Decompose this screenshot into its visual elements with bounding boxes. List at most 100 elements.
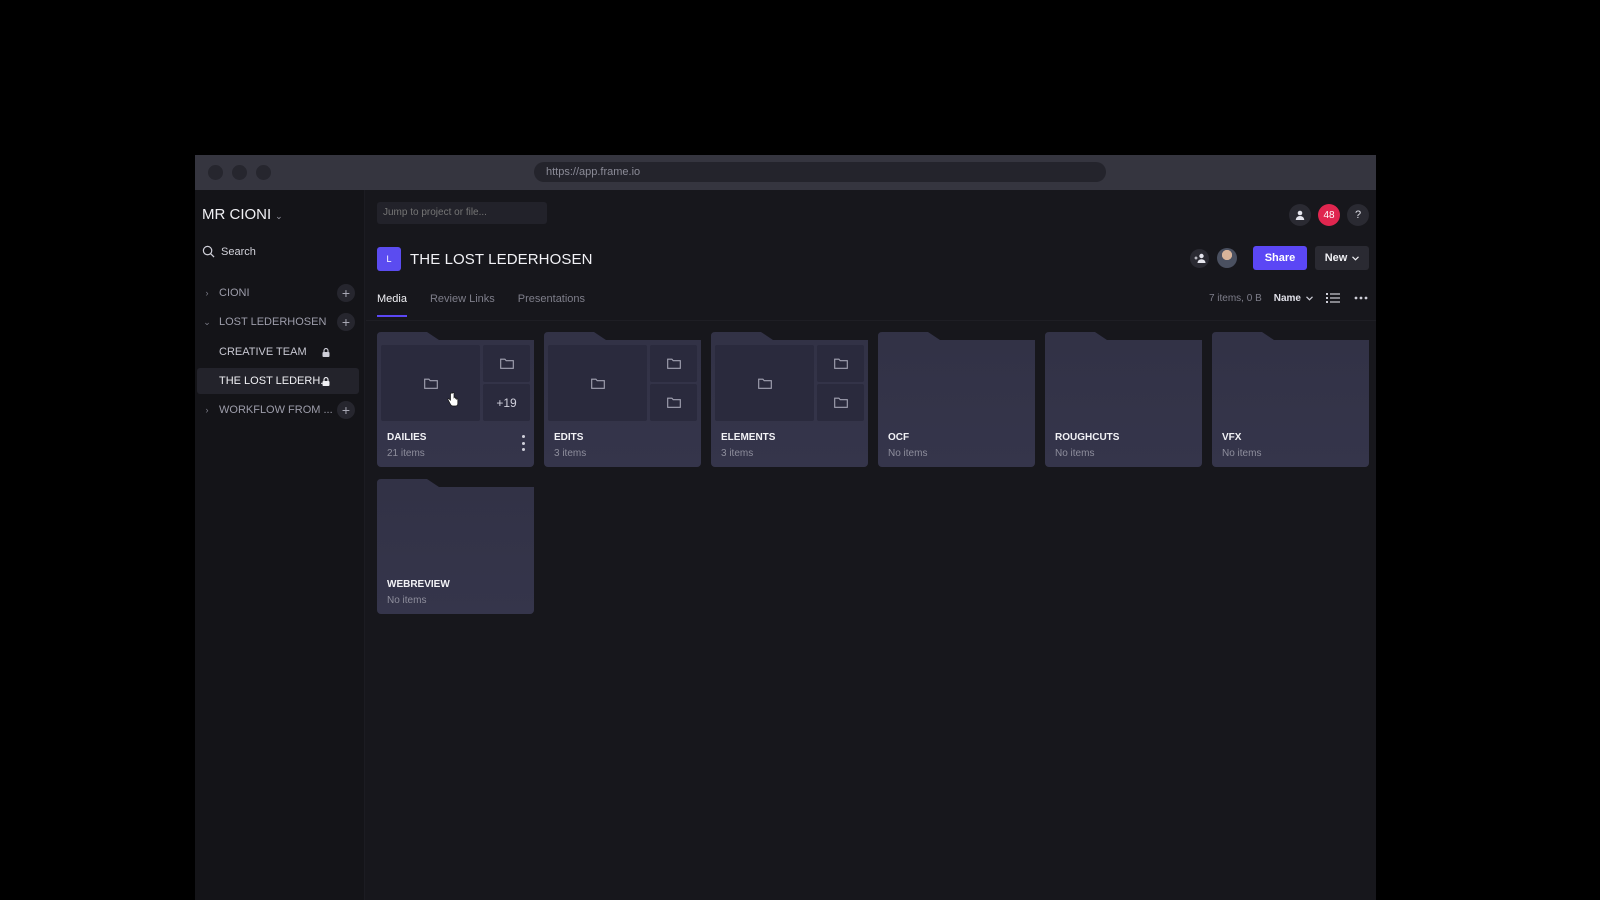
list-view-button[interactable]	[1325, 290, 1341, 306]
sidebar-team-workflow[interactable]: › WORKFLOW FROM ... +	[195, 397, 365, 423]
team-label: LOST LEDERHOSEN	[219, 316, 327, 328]
minimize-window-button[interactable]	[232, 165, 247, 180]
search-icon	[202, 245, 215, 258]
folder-thumbnails: +19	[381, 345, 530, 421]
folder-name: OCF	[888, 432, 910, 443]
project-label: THE LOST LEDERH...	[219, 375, 330, 387]
sidebar-search[interactable]: Search	[202, 245, 256, 258]
account-button[interactable]	[1289, 204, 1311, 226]
more-horizontal-icon	[1354, 296, 1368, 300]
view-controls: 7 items, 0 B Name	[1209, 290, 1369, 306]
folder-card-edits[interactable]: EDITS 3 items	[544, 332, 701, 467]
folder-icon	[833, 358, 848, 369]
sidebar-team-lost-lederhosen[interactable]: ⌄ LOST LEDERHOSEN +	[195, 309, 365, 335]
thumbnail-small	[817, 345, 864, 382]
thumbnail-small	[650, 345, 697, 382]
browser-titlebar: https://app.frame.io	[195, 155, 1376, 190]
sort-label: Name	[1273, 292, 1301, 304]
more-items-count: +19	[483, 384, 530, 421]
chevron-right-icon: ›	[205, 405, 209, 415]
jump-to-search-input[interactable]	[377, 202, 547, 224]
folder-name: ELEMENTS	[721, 432, 776, 443]
folder-card-elements[interactable]: ELEMENTS 3 items	[711, 332, 868, 467]
workspace-switcher[interactable]: MR CIONI ⌄	[202, 206, 283, 223]
folder-item-count: 3 items	[721, 448, 754, 459]
add-project-button[interactable]: +	[337, 401, 355, 419]
folder-icon	[666, 397, 681, 408]
collaborator-avatar[interactable]	[1217, 248, 1237, 268]
folder-item-count: 3 items	[554, 448, 587, 459]
browser-window: https://app.frame.io MR CIONI ⌄ Search ›…	[195, 155, 1376, 900]
list-icon	[1326, 293, 1340, 303]
new-label: New	[1324, 252, 1348, 264]
help-button[interactable]: ?	[1347, 204, 1369, 226]
folder-name: EDITS	[554, 432, 584, 443]
maximize-window-button[interactable]	[256, 165, 271, 180]
folder-card-webreview[interactable]: WEBREVIEW No items	[377, 479, 534, 614]
folder-thumbnails	[548, 345, 697, 421]
folder-item-count: No items	[888, 448, 928, 459]
folder-icon	[590, 378, 605, 389]
project-header: L THE LOST LEDERHOSEN	[377, 247, 593, 271]
folder-item-count: No items	[387, 595, 427, 606]
add-project-button[interactable]: +	[337, 313, 355, 331]
thumbnail-small	[650, 384, 697, 421]
tab-divider	[366, 320, 1376, 321]
folder-icon	[757, 378, 772, 389]
share-button[interactable]: Share	[1253, 246, 1307, 270]
thumbnail-main	[715, 345, 814, 421]
thumbnail-main	[381, 345, 480, 421]
close-window-button[interactable]	[208, 165, 223, 180]
folder-grid: +19 DAILIES 21 items EDITS 3 items ELEMENTS…	[377, 332, 1369, 614]
sidebar: MR CIONI ⌄ Search › CIONI + ⌄ LOST LEDER…	[195, 190, 365, 900]
add-project-button[interactable]: +	[337, 284, 355, 302]
tab-review-links[interactable]: Review Links	[430, 293, 495, 317]
tab-presentations[interactable]: Presentations	[518, 293, 585, 317]
search-label: Search	[221, 245, 256, 258]
project-label: CREATIVE TEAM	[219, 346, 307, 358]
team-label: CIONI	[219, 287, 250, 299]
lock-icon	[322, 347, 330, 357]
url-bar[interactable]: https://app.frame.io	[534, 162, 1106, 182]
add-user-icon	[1194, 253, 1205, 263]
main-content: 48 ? L THE LOST LEDERHOSEN Share New Med…	[366, 190, 1376, 900]
more-options-button[interactable]	[1353, 290, 1369, 306]
sidebar-team-cioni[interactable]: › CIONI +	[195, 280, 365, 306]
project-tabs: Media Review Links Presentations	[377, 293, 585, 317]
tab-media[interactable]: Media	[377, 293, 407, 317]
new-button[interactable]: New	[1315, 246, 1369, 270]
thumbnail-small	[817, 384, 864, 421]
folder-card-ocf[interactable]: OCF No items	[878, 332, 1035, 467]
chevron-down-icon	[1352, 255, 1360, 261]
lock-icon	[322, 376, 330, 386]
sort-dropdown[interactable]: Name	[1274, 293, 1313, 304]
header-actions: 48 ?	[1289, 204, 1369, 226]
page-title: THE LOST LEDERHOSEN	[410, 250, 593, 268]
folder-icon	[423, 378, 438, 389]
folder-card-vfx[interactable]: VFX No items	[1212, 332, 1369, 467]
thumbnail-main	[548, 345, 647, 421]
folder-item-count: No items	[1222, 448, 1262, 459]
folder-item-count: No items	[1055, 448, 1095, 459]
sidebar-project-the-lost-lederhosen[interactable]: THE LOST LEDERH...	[197, 368, 359, 394]
sidebar-project-creative-team[interactable]: CREATIVE TEAM	[197, 339, 359, 365]
thumbnail-small	[483, 345, 530, 382]
folder-name: DAILIES	[387, 432, 427, 443]
user-icon	[1295, 210, 1305, 220]
folder-thumbnails	[715, 345, 864, 421]
item-summary: 7 items, 0 B	[1208, 292, 1262, 304]
folder-card-dailies[interactable]: +19 DAILIES 21 items	[377, 332, 534, 467]
folder-menu-button[interactable]	[520, 435, 526, 451]
folder-card-roughcuts[interactable]: ROUGHCUTS No items	[1045, 332, 1202, 467]
project-actions: Share New	[1190, 246, 1369, 270]
project-logo: L	[377, 247, 401, 271]
team-label: WORKFLOW FROM ...	[219, 404, 333, 416]
notifications-badge[interactable]: 48	[1318, 204, 1340, 226]
invite-collaborator-button[interactable]	[1190, 248, 1209, 268]
chevron-down-icon	[1306, 295, 1313, 301]
folder-name: WEBREVIEW	[387, 579, 450, 590]
folder-item-count: 21 items	[387, 448, 425, 459]
folder-icon	[833, 397, 848, 408]
workspace-name: MR CIONI	[202, 206, 272, 223]
folder-icon	[666, 358, 681, 369]
